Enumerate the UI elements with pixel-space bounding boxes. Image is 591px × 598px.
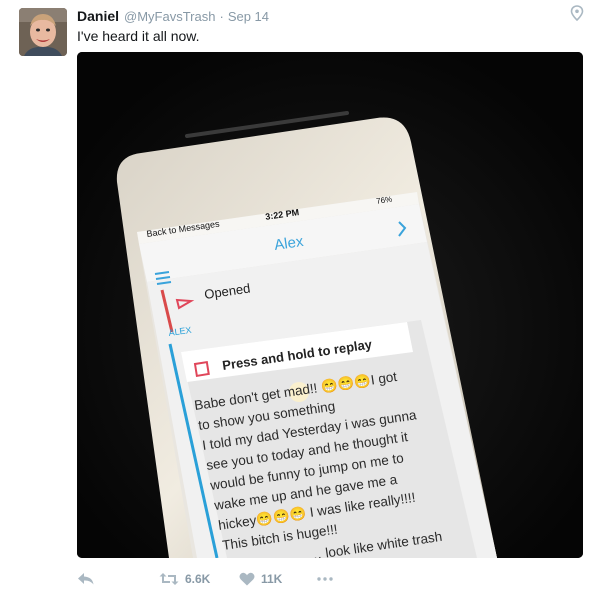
tweet-text: I've heard it all now. <box>77 28 200 44</box>
more-button[interactable] <box>317 577 333 581</box>
retweet-icon <box>159 572 179 586</box>
separator-dot: · <box>219 9 224 24</box>
retweet-count: 6.6K <box>185 572 211 586</box>
retweet-button[interactable]: 6.6K <box>159 572 210 586</box>
tweet[interactable]: Daniel @MyFavsTrash · Sep 14 I've heard … <box>0 0 591 598</box>
reply-icon <box>77 571 95 587</box>
location-pin-icon[interactable] <box>570 5 584 22</box>
like-button[interactable]: 11K <box>239 572 282 586</box>
tweet-header: Daniel @MyFavsTrash · Sep 14 <box>77 8 269 26</box>
tweet-photo[interactable]: Back to Messages 3:22 PM 76% Alex Opened… <box>77 52 583 558</box>
user-handle[interactable]: @MyFavsTrash <box>124 9 215 24</box>
timestamp[interactable]: Sep 14 <box>228 9 269 24</box>
like-count: 11K <box>261 572 283 586</box>
avatar[interactable] <box>19 8 67 56</box>
heart-icon <box>239 572 255 586</box>
reply-button[interactable] <box>77 571 95 587</box>
more-icon <box>317 577 333 581</box>
display-name[interactable]: Daniel <box>77 8 119 24</box>
